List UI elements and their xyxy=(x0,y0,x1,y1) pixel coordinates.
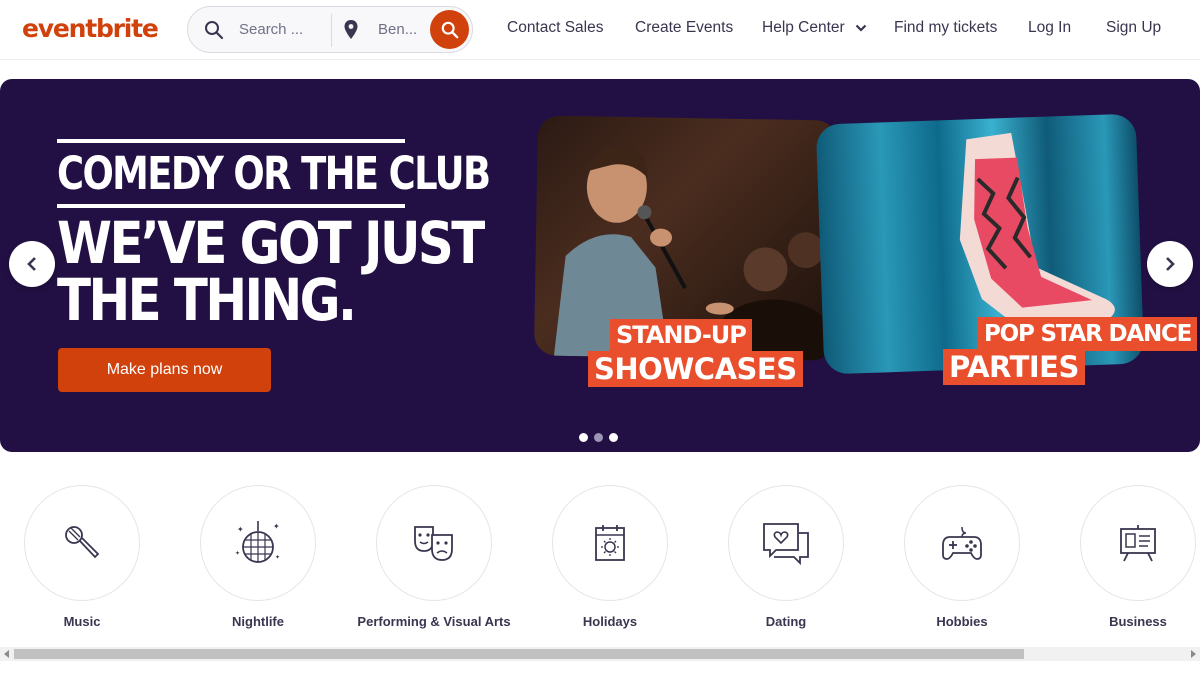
card1-label-line2: SHOWCASES xyxy=(588,351,803,387)
card2-label-line2: PARTIES xyxy=(943,349,1085,385)
carousel-prev-button[interactable] xyxy=(9,241,55,287)
category-nightlife[interactable]: ✦ ✦ ✦ ✦ Nightlife xyxy=(200,485,316,629)
scroll-left-arrow-icon[interactable] xyxy=(4,650,9,658)
carousel-dot-3[interactable] xyxy=(609,433,618,442)
hero-headline: WE’VE GOT JUST THE THING. xyxy=(57,209,485,334)
location-input[interactable]: Ben... xyxy=(378,21,417,38)
category-circle[interactable] xyxy=(552,485,668,601)
svg-text:✦: ✦ xyxy=(235,550,240,557)
make-plans-button[interactable]: Make plans now xyxy=(58,348,271,392)
nav-log-in[interactable]: Log In xyxy=(1028,19,1071,37)
hero-tagline: COMEDY OR THE CLUB xyxy=(57,147,491,200)
carousel-next-button[interactable] xyxy=(1147,241,1193,287)
category-holidays[interactable]: Holidays xyxy=(552,485,668,629)
category-music[interactable]: Music xyxy=(24,485,140,629)
calendar-sun-icon xyxy=(595,525,625,561)
nav-help-center[interactable]: Help Center xyxy=(762,19,867,37)
search-divider xyxy=(331,14,332,47)
category-circle[interactable]: ✦ ✦ ✦ ✦ xyxy=(200,485,316,601)
scroll-right-arrow-icon[interactable] xyxy=(1191,650,1196,658)
chevron-left-icon xyxy=(27,257,36,271)
card2-label-line1: POP STAR DANCE xyxy=(978,317,1198,351)
hero-rule-bottom xyxy=(57,204,405,208)
gamepad-icon xyxy=(942,526,982,560)
nav-help-center-label: Help Center xyxy=(762,19,845,36)
category-circle[interactable] xyxy=(1080,485,1196,601)
category-circle[interactable] xyxy=(24,485,140,601)
category-circle[interactable] xyxy=(376,485,492,601)
nav-contact-sales[interactable]: Contact Sales xyxy=(507,19,604,37)
category-label: Dating xyxy=(765,614,807,629)
svg-text:✦: ✦ xyxy=(275,554,280,561)
hero-headline-line2: THE THING. xyxy=(57,266,357,334)
presentation-board-icon xyxy=(1120,525,1156,562)
search-input[interactable]: Search ... xyxy=(239,21,303,38)
nav-create-events[interactable]: Create Events xyxy=(635,19,733,37)
category-dating[interactable]: Dating xyxy=(728,485,844,629)
scrollbar-thumb[interactable] xyxy=(14,649,1024,659)
category-circle[interactable] xyxy=(904,485,1020,601)
carousel-dot-1[interactable] xyxy=(579,433,588,442)
eventbrite-logo[interactable]: eventbrite xyxy=(22,14,159,43)
top-navbar: eventbrite Search ... Ben... Contact Sal… xyxy=(0,0,1200,60)
category-label: Performing & Visual Arts xyxy=(357,614,511,629)
search-bar[interactable]: Search ... Ben... xyxy=(187,6,473,53)
svg-text:✦: ✦ xyxy=(273,522,280,531)
category-label: Holidays xyxy=(582,614,638,629)
category-business[interactable]: Business xyxy=(1080,485,1196,629)
hero-headline-line1: WE’VE GOT JUST xyxy=(57,209,485,277)
search-submit-button[interactable] xyxy=(430,10,469,49)
search-icon xyxy=(441,21,458,38)
location-pin-icon xyxy=(344,20,358,39)
nav-sign-up[interactable]: Sign Up xyxy=(1106,19,1161,37)
category-performing-arts[interactable]: Performing & Visual Arts xyxy=(357,485,511,629)
carousel-dot-2[interactable] xyxy=(594,433,603,442)
chevron-down-icon xyxy=(855,24,867,32)
category-label: Music xyxy=(63,614,101,629)
search-icon xyxy=(205,21,224,40)
category-hobbies[interactable]: Hobbies xyxy=(904,485,1020,629)
svg-text:✦: ✦ xyxy=(237,525,244,534)
category-circle[interactable] xyxy=(728,485,844,601)
hero-rule-top xyxy=(57,139,405,143)
card1-label-line1: STAND-UP xyxy=(610,319,752,351)
disco-ball-icon: ✦ ✦ ✦ ✦ xyxy=(235,521,280,563)
horizontal-scrollbar[interactable] xyxy=(0,647,1200,661)
nav-find-tickets[interactable]: Find my tickets xyxy=(894,19,997,37)
carousel-pagination xyxy=(579,433,618,442)
hero-carousel: COMEDY OR THE CLUB WE’VE GOT JUST THE TH… xyxy=(0,79,1200,452)
category-label: Business xyxy=(1109,614,1167,629)
category-label: Nightlife xyxy=(232,614,284,629)
chevron-right-icon xyxy=(1166,257,1175,271)
microphone-icon xyxy=(65,526,100,559)
category-label: Hobbies xyxy=(936,614,988,629)
theater-masks-icon xyxy=(414,526,453,561)
chat-heart-icon xyxy=(763,523,809,565)
